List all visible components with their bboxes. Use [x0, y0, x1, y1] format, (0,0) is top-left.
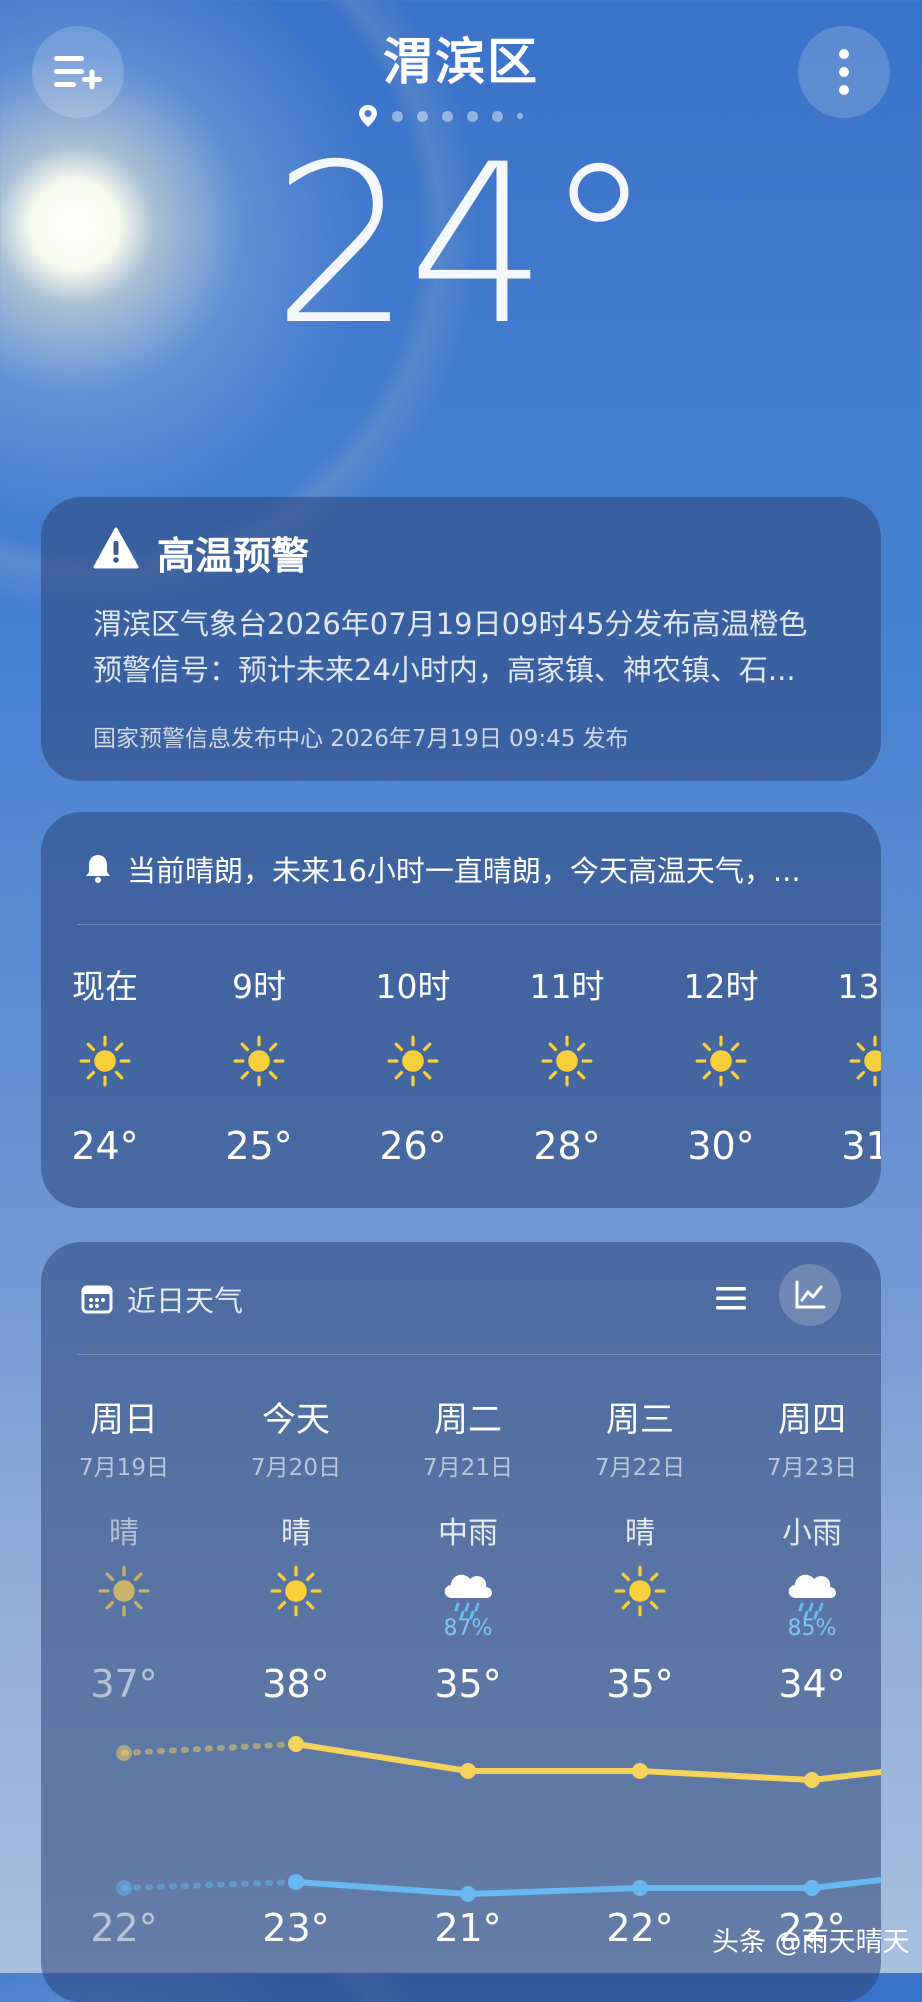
hour-temp: 26°	[379, 1124, 447, 1168]
daily-forecast-card[interactable]: 近日天气 周日 7月19日 晴 37° 22° 今天 7月20日 晴 38° 23…	[41, 1242, 881, 2002]
watermark: 头条 @雨天晴天	[712, 1927, 910, 1958]
warning-title: 高温预警	[157, 534, 310, 578]
hourly-item: 11时 28°	[502, 812, 632, 1208]
sun-icon	[849, 1035, 881, 1087]
hour-temp: 30°	[687, 1124, 755, 1168]
warning-text-line2: 预警信号：预计未来24小时内，高家镇、神农镇、石...	[93, 653, 796, 687]
sun-icon	[233, 1035, 285, 1087]
hour-temp: 31°	[841, 1124, 881, 1168]
hour-label: 12时	[683, 967, 759, 1006]
city-name[interactable]: 渭滨区	[0, 22, 922, 94]
high-temp-line-point	[632, 1763, 648, 1779]
low-temp-line-point	[804, 1880, 820, 1896]
warning-text-line1: 渭滨区气象台2026年07月19日09时45分发布高温橙色	[93, 607, 808, 641]
warning-source: 国家预警信息发布中心 2026年7月19日 09:45 发布	[93, 726, 629, 752]
hourly-forecast-card[interactable]: 当前晴朗，未来16小时一直晴朗，今天高温天气，... 现在 24° 9时 25° 1…	[41, 812, 881, 1208]
hour-label: 13时	[837, 967, 882, 1006]
low-temp-line-point	[116, 1880, 132, 1896]
low-temp-line-point	[460, 1886, 476, 1902]
hour-label: 10时	[375, 967, 451, 1006]
high-temp-line-point	[804, 1772, 820, 1788]
hour-label: 现在	[72, 967, 138, 1006]
sun-icon	[79, 1035, 131, 1087]
temperature-trend-chart	[116, 1736, 881, 1902]
sun-icon	[695, 1035, 747, 1087]
hour-temp: 28°	[533, 1124, 601, 1168]
hourly-item: 12时 30°	[656, 812, 786, 1208]
hourly-item: 10时 26°	[348, 812, 478, 1208]
high-temp-line-point	[288, 1736, 304, 1752]
high-temp-line-past-segment	[121, 1741, 299, 1756]
low-temp-line-point	[632, 1880, 648, 1896]
low-temp-line-point	[288, 1874, 304, 1890]
hour-temp: 25°	[225, 1124, 293, 1168]
high-temp-line-point	[460, 1763, 476, 1779]
low-temp-line	[293, 1877, 881, 1897]
high-temp-line	[293, 1741, 881, 1783]
hourly-item: 13时 31°	[810, 812, 881, 1208]
low-temp-line-past-segment	[121, 1879, 299, 1891]
sun-icon	[541, 1035, 593, 1087]
sun-icon	[387, 1035, 439, 1087]
hourly-item: 现在 24°	[41, 812, 170, 1208]
hour-temp: 24°	[71, 1124, 139, 1168]
current-temperature: 24°	[272, 117, 654, 373]
hourly-item: 9时 25°	[194, 812, 324, 1208]
hour-label: 11时	[529, 967, 605, 1006]
warning-card[interactable]: 高温预警 渭滨区气象台2026年07月19日09时45分发布高温橙色 预警信号：…	[41, 497, 881, 781]
warning-text: 渭滨区气象台2026年07月19日09时45分发布高温橙色 预警信号：预计未来2…	[93, 601, 873, 693]
hour-label: 9时	[232, 967, 286, 1006]
high-temp-line-point	[116, 1745, 132, 1761]
warning-icon	[93, 527, 139, 569]
